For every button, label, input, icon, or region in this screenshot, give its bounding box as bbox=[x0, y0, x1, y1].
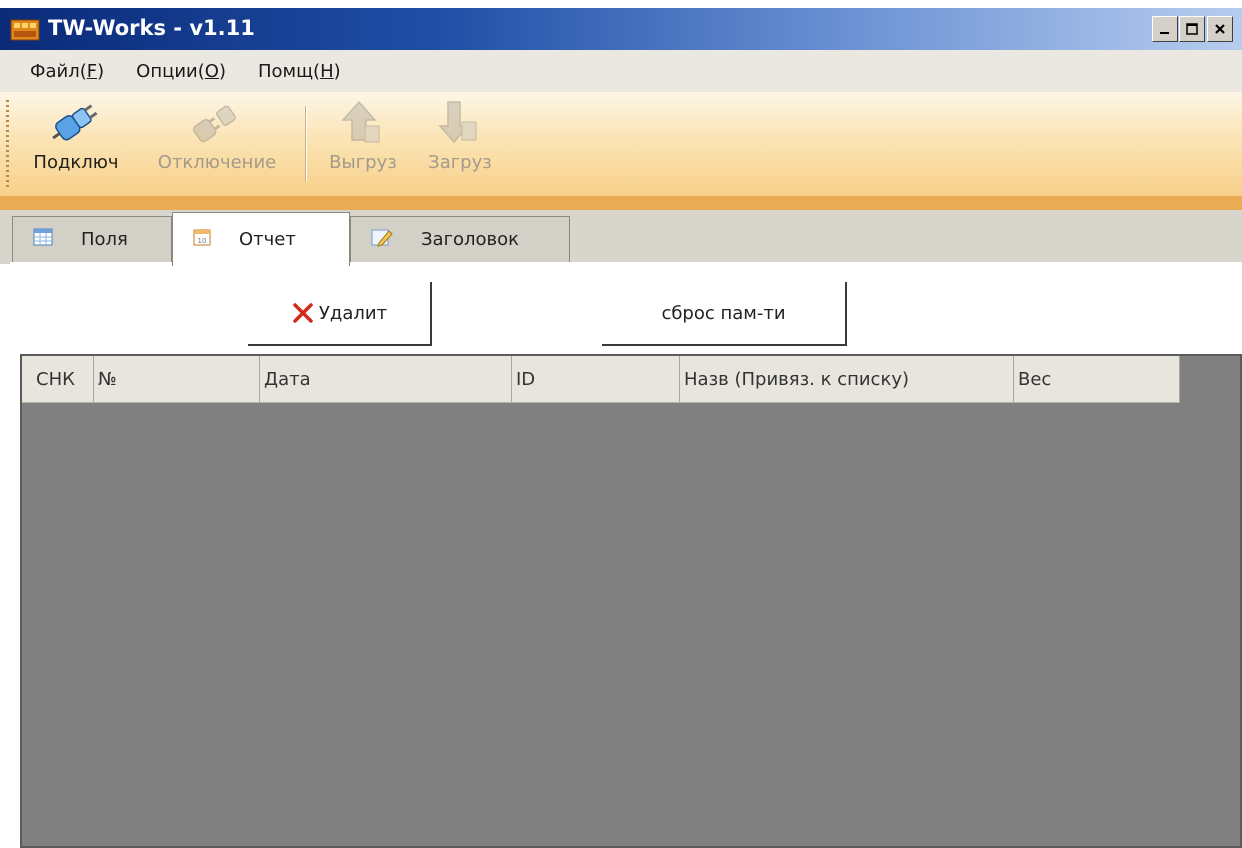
table-header: СНК № Дата ID Назв (Привяз. к списку) Ве… bbox=[22, 356, 1180, 403]
menu-file-close: ) bbox=[97, 60, 105, 82]
column-header-id[interactable]: ID bbox=[512, 356, 680, 402]
delete-icon bbox=[293, 303, 313, 323]
grid-icon bbox=[33, 228, 53, 251]
disconnect-button[interactable]: Отключение bbox=[142, 98, 292, 188]
column-header-name[interactable]: Назв (Привяз. к списку) bbox=[680, 356, 1014, 402]
menu-help-mnemonic: H bbox=[320, 60, 334, 82]
menu-file[interactable]: Файл(F) bbox=[30, 61, 104, 82]
reset-memory-button[interactable]: сброс пам-ти bbox=[602, 282, 847, 346]
minimize-button[interactable] bbox=[1152, 16, 1178, 42]
svg-text:10: 10 bbox=[198, 237, 207, 245]
toolbar-grip[interactable] bbox=[6, 100, 9, 188]
tab-fields[interactable]: Поля bbox=[12, 216, 172, 262]
tab-report-label: Отчет bbox=[239, 229, 296, 250]
app-icon bbox=[10, 18, 40, 42]
column-header-date[interactable]: Дата bbox=[260, 356, 512, 402]
reset-memory-label: сброс пам-ти bbox=[661, 302, 786, 324]
menu-options-label: Опции( bbox=[136, 60, 205, 82]
menu-bar: Файл(F) Опции(O) Помщ(H) bbox=[0, 50, 1242, 92]
edit-icon bbox=[371, 227, 393, 252]
records-table[interactable]: СНК № Дата ID Назв (Привяз. к списку) Ве… bbox=[20, 354, 1242, 848]
plug-disconnect-icon bbox=[192, 105, 236, 143]
column-header-number[interactable]: № bbox=[94, 356, 260, 402]
menu-file-mnemonic: F bbox=[86, 60, 98, 82]
toolbar: Подключ Отключение Выгруз Загруз bbox=[0, 92, 1242, 196]
tab-header[interactable]: Заголовок bbox=[350, 216, 570, 262]
download-arrow-icon bbox=[438, 101, 477, 144]
toolbar-stripe bbox=[0, 196, 1242, 210]
delete-label: Удалит bbox=[318, 302, 388, 324]
menu-help-label: Помщ( bbox=[257, 60, 321, 82]
menu-options[interactable]: Опции(O) bbox=[136, 61, 226, 82]
menu-options-close: ) bbox=[218, 60, 226, 82]
connect-label: Подключ bbox=[33, 152, 119, 173]
tab-strip: Поля 10 Отчет Заголовок bbox=[0, 210, 1242, 266]
close-button[interactable] bbox=[1207, 16, 1233, 42]
tab-header-label: Заголовок bbox=[421, 229, 520, 250]
toolbar-separator bbox=[305, 106, 307, 182]
upload-button[interactable]: Выгруз bbox=[316, 98, 410, 188]
menu-help[interactable]: Помщ(H) bbox=[258, 61, 341, 82]
maximize-button[interactable] bbox=[1179, 16, 1205, 42]
minimize-icon bbox=[1160, 32, 1169, 34]
menu-file-label: Файл( bbox=[30, 60, 87, 82]
upload-label: Выгруз bbox=[329, 152, 397, 173]
menu-options-mnemonic: O bbox=[204, 60, 219, 82]
column-header-chk[interactable]: СНК bbox=[22, 356, 94, 402]
menu-help-close: ) bbox=[333, 60, 341, 82]
download-label: Загруз bbox=[428, 152, 492, 173]
disconnect-label: Отключение bbox=[157, 152, 277, 173]
calendar-icon: 10 bbox=[193, 228, 211, 251]
download-button[interactable]: Загруз bbox=[414, 98, 506, 188]
column-header-weight[interactable]: Вес bbox=[1014, 356, 1180, 402]
window-title: TW-Works - v1.11 bbox=[48, 16, 255, 40]
tab-report[interactable]: 10 Отчет bbox=[172, 212, 350, 266]
upload-arrow-icon bbox=[341, 100, 380, 143]
plug-connect-icon bbox=[52, 104, 98, 141]
close-icon bbox=[1215, 24, 1225, 34]
tab-fields-label: Поля bbox=[81, 229, 128, 250]
maximize-icon bbox=[1186, 23, 1198, 35]
report-panel: Удалит сброс пам-ти СНК № Дата ID Назв (… bbox=[10, 262, 1242, 848]
delete-button[interactable]: Удалит bbox=[248, 282, 432, 346]
title-bar[interactable]: TW-Works - v1.11 bbox=[0, 8, 1242, 50]
connect-button[interactable]: Подключ bbox=[22, 98, 130, 188]
